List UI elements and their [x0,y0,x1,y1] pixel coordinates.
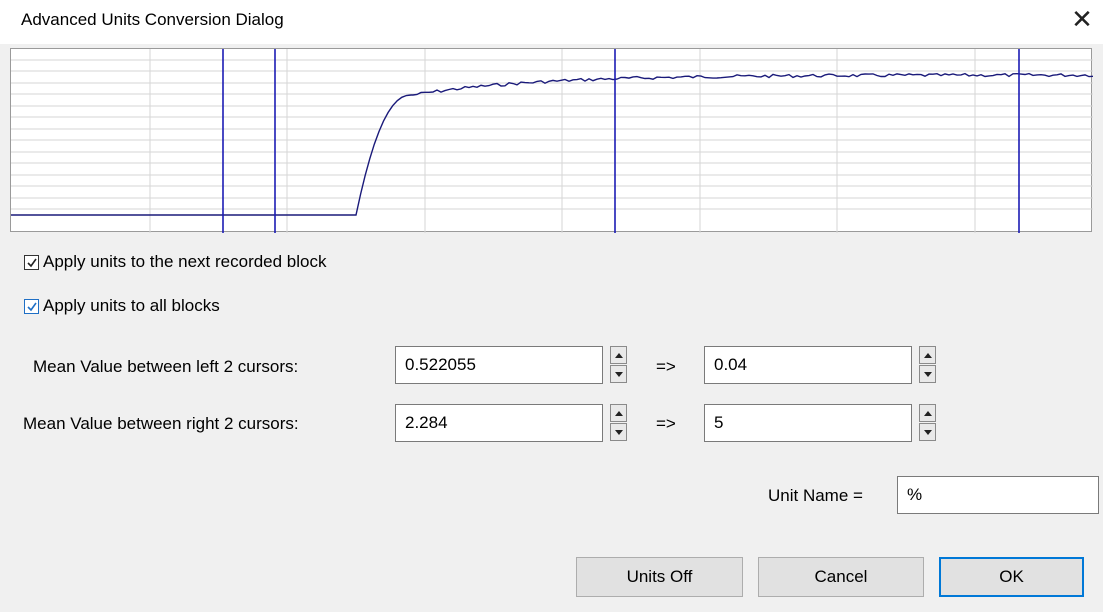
window-title: Advanced Units Conversion Dialog [21,10,284,29]
spin-up-icon[interactable] [919,346,936,364]
units-off-button[interactable]: Units Off [576,557,743,597]
spin-up-icon[interactable] [610,346,627,364]
right-target-input[interactable]: 5 [704,404,912,442]
apply-next-block-row[interactable]: Apply units to the next recorded block [24,251,327,273]
left-mean-label: Mean Value between left 2 cursors: [33,357,299,376]
unit-name-input[interactable]: % [897,476,1099,514]
right-mean-spinner[interactable] [610,404,627,442]
cancel-button[interactable]: Cancel [758,557,924,597]
spin-up-icon[interactable] [919,404,936,422]
spin-down-icon[interactable] [610,365,627,383]
title-bar: Advanced Units Conversion Dialog ✕ [0,0,1103,44]
ok-button[interactable]: OK [939,557,1084,597]
spin-down-icon[interactable] [610,423,627,441]
spin-down-icon[interactable] [919,365,936,383]
left-arrow-text: => [656,357,676,376]
right-mean-label: Mean Value between right 2 cursors: [23,414,299,433]
left-target-spinner[interactable] [919,346,936,384]
signal-trace [11,72,1093,216]
right-arrow-text: => [656,414,676,433]
close-icon[interactable]: ✕ [1068,4,1096,34]
right-mean-input[interactable]: 2.284 [395,404,603,442]
signal-graph[interactable] [10,48,1093,233]
apply-next-block-label: Apply units to the next recorded block [43,252,327,271]
graph-canvas [11,49,1093,233]
left-mean-spinner[interactable] [610,346,627,384]
checkmark-icon [27,302,37,311]
right-target-spinner[interactable] [919,404,936,442]
left-target-input[interactable]: 0.04 [704,346,912,384]
spin-down-icon[interactable] [919,423,936,441]
apply-all-blocks-checkbox[interactable] [24,298,39,314]
left-mean-input[interactable]: 0.522055 [395,346,603,384]
apply-next-block-checkbox[interactable] [24,254,39,270]
apply-all-blocks-label: Apply units to all blocks [43,296,220,315]
checkmark-icon [27,258,37,267]
unit-name-label: Unit Name = [768,486,863,505]
spin-up-icon[interactable] [610,404,627,422]
apply-all-blocks-row[interactable]: Apply units to all blocks [24,295,220,317]
